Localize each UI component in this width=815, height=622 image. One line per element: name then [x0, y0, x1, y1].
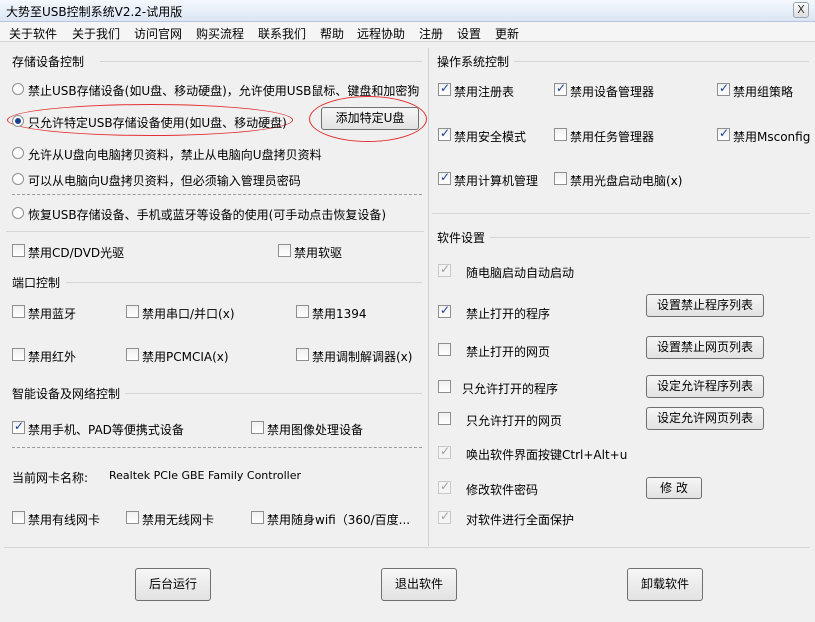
set-block-web-button[interactable]: 设置禁止网页列表: [646, 336, 764, 359]
checkbox-pcmcia-label: 禁用PCMCIA(x): [142, 350, 229, 364]
close-button[interactable]: X: [793, 2, 809, 18]
checkbox-cd[interactable]: [12, 244, 25, 257]
menu-register[interactable]: 注册: [419, 25, 443, 42]
checkbox-phone-label: 禁用手机、PAD等便携式设备: [28, 423, 184, 437]
checkbox-registry-label: 禁用注册表: [454, 85, 515, 99]
radio-copy-password[interactable]: [12, 173, 24, 185]
nic-value: Realtek PCIe GBE Family Controller: [109, 469, 302, 482]
menu-about-us[interactable]: 关于我们: [72, 25, 120, 42]
port-section-title: 端口控制: [12, 276, 61, 290]
checkbox-wired[interactable]: [12, 511, 25, 524]
checkbox-msconfig-label: 禁用Msconfig: [733, 130, 811, 144]
checkbox-cdboot-label: 禁用光盘启动电脑(x): [570, 174, 683, 188]
panel-divider: [428, 48, 429, 546]
checkbox-phone[interactable]: [12, 419, 25, 434]
checkbox-wifi[interactable]: [251, 511, 264, 524]
menu-remote[interactable]: 远程协助: [357, 25, 405, 42]
menu-purchase[interactable]: 购买流程: [196, 25, 244, 42]
checkbox-autostart[interactable]: [438, 262, 451, 277]
checkbox-block-web-label: 禁止打开的网页: [466, 345, 551, 359]
title-bar: 大势至USB控制系统V2.2-试用版 X: [0, 0, 815, 22]
checkbox-protect-label: 对软件进行全面保护: [466, 513, 575, 527]
checkbox-bluetooth-label: 禁用蓝牙: [28, 307, 77, 321]
radio-restore-label: 恢复USB存储设备、手机或蓝牙等设备的使用(可手动点击恢复设备): [28, 208, 386, 222]
checkbox-infrared-label: 禁用红外: [28, 350, 77, 364]
nic-label: 当前网卡名称:: [12, 471, 89, 485]
checkbox-cd-label: 禁用CD/DVD光驱: [28, 246, 125, 260]
settings-section-title: 软件设置: [437, 231, 486, 245]
checkbox-block-programs-label: 禁止打开的程序: [466, 307, 551, 321]
menu-bar: 关于软件 关于我们 访问官网 购买流程 联系我们 帮助 远程协助 注册 设置 更…: [0, 22, 815, 42]
uninstall-button[interactable]: 卸载软件: [627, 568, 703, 601]
radio-copy-password-label: 可以从电脑向U盘拷贝资料，但必须输入管理员密码: [28, 174, 301, 188]
checkbox-serial[interactable]: [126, 305, 139, 318]
checkbox-cdboot[interactable]: [554, 172, 567, 185]
checkbox-imaging-label: 禁用图像处理设备: [267, 423, 364, 437]
change-password-button[interactable]: 修 改: [646, 477, 702, 499]
checkbox-infrared[interactable]: [12, 348, 25, 361]
checkbox-safemode[interactable]: [438, 126, 451, 141]
exit-button[interactable]: 退出软件: [381, 568, 457, 601]
radio-specific-usb[interactable]: [12, 115, 24, 127]
checkbox-password[interactable]: [438, 479, 451, 494]
set-block-programs-button[interactable]: 设置禁止程序列表: [646, 294, 764, 317]
radio-specific-usb-label: 只允许特定USB存储设备使用(如U盘、移动硬盘): [28, 116, 287, 130]
checkbox-wireless-label: 禁用无线网卡: [142, 513, 215, 527]
checkbox-wired-label: 禁用有线网卡: [28, 513, 101, 527]
checkbox-protect[interactable]: [438, 509, 451, 524]
menu-update[interactable]: 更新: [495, 25, 519, 42]
checkbox-block-programs[interactable]: [438, 303, 451, 318]
checkbox-floppy-label: 禁用软驱: [294, 246, 343, 260]
checkbox-allow-programs-label: 只允许打开的程序: [462, 382, 559, 396]
checkbox-gpedit-label: 禁用组策略: [733, 85, 794, 99]
checkbox-allow-web-label: 只允许打开的网页: [466, 414, 563, 428]
menu-help[interactable]: 帮助: [320, 25, 344, 42]
checkbox-modem-label: 禁用调制解调器(x): [312, 350, 413, 364]
checkbox-1394-label: 禁用1394: [312, 307, 367, 321]
checkbox-wifi-label: 禁用随身wifi（360/百度...: [267, 513, 411, 527]
set-allow-programs-button[interactable]: 设定允许程序列表: [646, 375, 764, 398]
checkbox-devmgr[interactable]: [554, 81, 567, 96]
checkbox-registry[interactable]: [438, 81, 451, 96]
radio-restore[interactable]: [12, 207, 24, 219]
checkbox-hotkey[interactable]: [438, 444, 451, 459]
checkbox-devmgr-label: 禁用设备管理器: [570, 85, 655, 99]
checkbox-imaging[interactable]: [251, 421, 264, 434]
smart-section-title: 智能设备及网络控制: [12, 387, 121, 401]
checkbox-floppy[interactable]: [278, 244, 291, 257]
radio-disable-usb[interactable]: [12, 83, 24, 95]
checkbox-password-label: 修改软件密码: [466, 483, 539, 497]
checkbox-taskmgr[interactable]: [554, 128, 567, 141]
add-usb-button[interactable]: 添加特定U盘: [321, 107, 419, 130]
menu-settings[interactable]: 设置: [457, 25, 481, 42]
checkbox-compmgmt-label: 禁用计算机管理: [454, 174, 539, 188]
window-title: 大势至USB控制系统V2.2-试用版: [6, 5, 183, 19]
checkbox-serial-label: 禁用串口/并口(x): [142, 307, 235, 321]
checkbox-allow-web[interactable]: [438, 412, 451, 425]
checkbox-1394[interactable]: [296, 305, 309, 318]
os-section-title: 操作系统控制: [437, 55, 510, 69]
checkbox-msconfig[interactable]: [717, 126, 730, 141]
checkbox-gpedit[interactable]: [717, 81, 730, 96]
storage-section-title: 存储设备控制: [12, 55, 85, 69]
radio-copy-to-pc-label: 允许从U盘向电脑拷贝资料，禁止从电脑向U盘拷贝资料: [28, 148, 322, 162]
radio-copy-to-pc[interactable]: [12, 147, 24, 159]
checkbox-autostart-label: 随电脑启动自动启动: [466, 266, 575, 280]
checkbox-taskmgr-label: 禁用任务管理器: [570, 130, 655, 144]
checkbox-bluetooth[interactable]: [12, 305, 25, 318]
checkbox-hotkey-label: 唤出软件界面按键Ctrl+Alt+u: [466, 448, 628, 462]
checkbox-block-web[interactable]: [438, 343, 451, 356]
menu-contact[interactable]: 联系我们: [258, 25, 306, 42]
menu-website[interactable]: 访问官网: [134, 25, 182, 42]
set-allow-web-button[interactable]: 设定允许网页列表: [646, 407, 764, 430]
checkbox-modem[interactable]: [296, 348, 309, 361]
menu-about-software[interactable]: 关于软件: [9, 25, 57, 42]
checkbox-wireless[interactable]: [126, 511, 139, 524]
checkbox-allow-programs[interactable]: [438, 380, 451, 393]
background-run-button[interactable]: 后台运行: [135, 568, 211, 601]
checkbox-safemode-label: 禁用安全模式: [454, 130, 527, 144]
checkbox-compmgmt[interactable]: [438, 170, 451, 185]
checkbox-pcmcia[interactable]: [126, 348, 139, 361]
